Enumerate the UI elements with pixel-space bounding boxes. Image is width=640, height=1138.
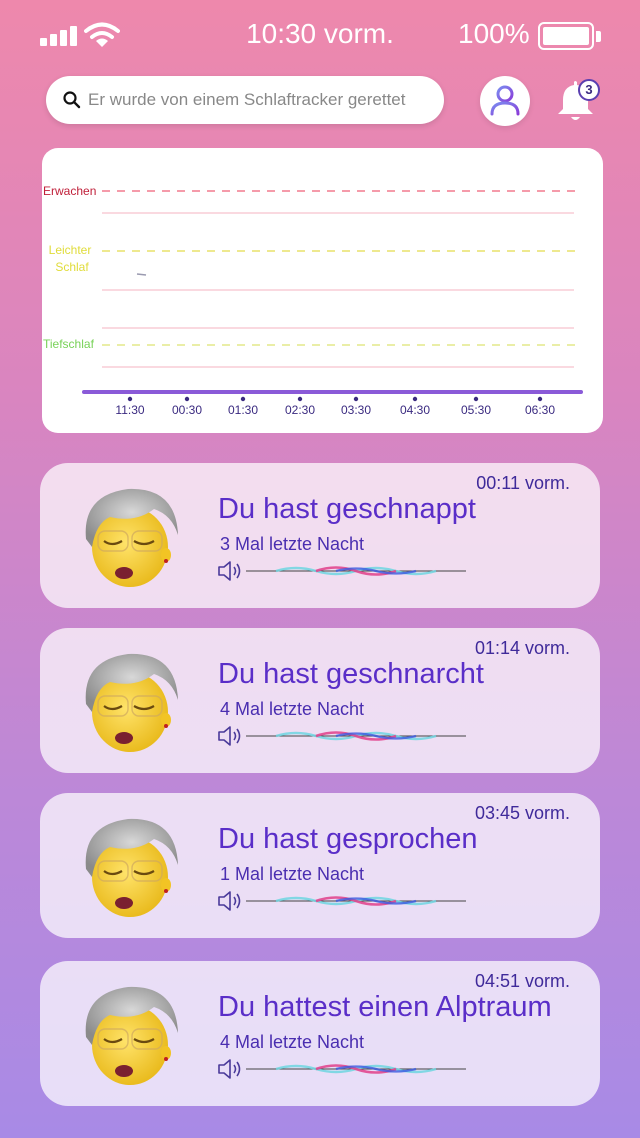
speaker-icon[interactable] — [216, 724, 244, 748]
time-tick-dot — [240, 396, 246, 402]
event-subtitle: 4 Mal letzte Nacht — [220, 699, 365, 719]
time-tick-label: 03:30 — [341, 403, 371, 417]
stage-label-awake: Erwachen — [43, 184, 96, 198]
sleep-chart: Erwachen Leichter Schlaf Tiefschlaf 11:3… — [42, 148, 603, 433]
audio-waveform — [246, 896, 466, 906]
time-tick-label: 04:30 — [400, 403, 430, 417]
search-bar[interactable] — [46, 76, 444, 124]
event-time: 04:51 vorm. — [474, 971, 570, 991]
event-time: 01:14 vorm. — [474, 638, 570, 658]
time-tick-label: 01:30 — [228, 403, 258, 417]
time-tick-label: 00:30 — [172, 403, 202, 417]
sleep-trace — [136, 273, 147, 276]
time-tick-dot — [412, 396, 418, 402]
event-title: Du hast gesprochen — [218, 823, 478, 855]
sleeping-face-memoji — [85, 653, 178, 752]
stage-label-light-2: Schlaf — [55, 260, 89, 274]
notification-badge: 3 — [578, 79, 600, 101]
time-tick-dot — [473, 396, 479, 402]
battery-percentage: 100% — [458, 18, 530, 49]
sleep-event-card[interactable]: 01:14 vorm. Du hast geschnarcht 4 Mal le… — [40, 628, 600, 773]
stage-label-deep: Tiefschlaf — [43, 337, 95, 351]
speaker-icon[interactable] — [216, 889, 244, 913]
audio-waveform — [246, 1064, 466, 1074]
status-bar: 10:30 vorm. 100% — [0, 0, 640, 70]
search-input[interactable] — [88, 76, 434, 124]
event-time: 00:11 vorm. — [476, 473, 570, 493]
event-subtitle: 4 Mal letzte Nacht — [220, 1032, 365, 1052]
speaker-icon[interactable] — [216, 559, 244, 583]
time-tick-label: 06:30 — [525, 403, 555, 417]
sleep-event-card[interactable]: 03:45 vorm. Du hast gesprochen 1 Mal let… — [40, 793, 600, 938]
event-title: Du hast geschnarcht — [218, 658, 484, 690]
time-tick-dot — [537, 396, 543, 402]
event-time: 03:45 vorm. — [474, 803, 570, 823]
time-tick-label: 05:30 — [461, 403, 491, 417]
sleeping-face-memoji — [85, 488, 178, 587]
sleep-event-card[interactable]: 00:11 vorm. Du hast geschnappt 3 Mal let… — [40, 463, 600, 608]
event-title: Du hast geschnappt — [218, 493, 476, 525]
sleep-event-card[interactable]: 04:51 vorm. Du hattest einen Alptraum 4 … — [40, 961, 600, 1106]
sleeping-face-memoji — [85, 818, 178, 917]
time-tick-dot — [297, 396, 303, 402]
time-tick-dot — [184, 396, 190, 402]
audio-waveform — [246, 566, 466, 576]
battery-icon — [538, 22, 594, 50]
sleep-chart-svg: Erwachen Leichter Schlaf Tiefschlaf 11:3… — [43, 184, 583, 417]
event-title: Du hattest einen Alptraum — [218, 991, 552, 1023]
audio-waveform — [246, 731, 466, 741]
event-subtitle: 3 Mal letzte Nacht — [220, 534, 365, 554]
time-tick-label: 02:30 — [285, 403, 315, 417]
user-avatar-icon — [490, 85, 520, 116]
search-icon — [63, 91, 81, 109]
time-tick-label: 11:30 — [115, 403, 144, 417]
stage-label-light: Leichter — [49, 243, 92, 257]
speaker-icon[interactable] — [216, 1057, 244, 1081]
time-tick-dot — [127, 396, 133, 402]
sleeping-face-memoji — [85, 986, 178, 1085]
profile-button[interactable] — [480, 76, 530, 126]
time-tick-dot — [353, 396, 359, 402]
event-subtitle: 1 Mal letzte Nacht — [220, 864, 365, 884]
battery-tip — [596, 31, 601, 42]
